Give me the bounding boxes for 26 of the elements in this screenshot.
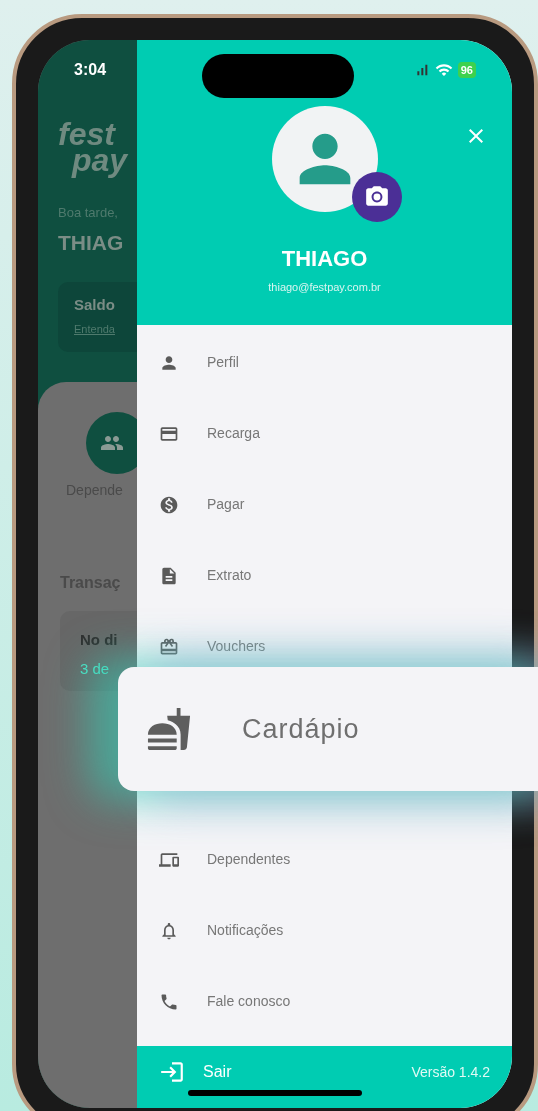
menu-item[interactable]: Fale conosco	[137, 981, 301, 1022]
bell-icon	[159, 920, 179, 941]
user-email: thiago@festpay.com.br	[268, 280, 381, 295]
status-time: 3:04	[74, 60, 107, 80]
highlighted-menu-item[interactable]: Cardápio	[118, 667, 538, 791]
user-name: THIAG	[57, 229, 125, 256]
drawer-user-name: THIAGO	[281, 245, 368, 273]
balance-title: Saldo	[74, 295, 116, 316]
menu-item[interactable]: Dependentes	[137, 839, 301, 880]
fast-food-icon	[146, 706, 192, 752]
camera-button[interactable]	[351, 172, 402, 222]
greeting-text: Boa tarde,	[57, 204, 119, 223]
logout-icon	[159, 1059, 185, 1085]
menu-item[interactable]: Notificações	[137, 910, 294, 951]
menu-item[interactable]: Recarga	[137, 413, 270, 454]
menu-item[interactable]: Extrato	[137, 555, 262, 596]
menu-item[interactable]: Perfil	[137, 342, 249, 383]
version-text: Versão 1.4.2	[411, 1062, 490, 1082]
transaction-subtitle: 3 de	[80, 658, 111, 679]
dollar-coin-icon	[159, 494, 179, 515]
logo-text: fest	[58, 122, 117, 148]
wifi-icon	[434, 61, 453, 79]
menu-item[interactable]: Pagar	[137, 484, 255, 525]
gift-card-icon	[159, 636, 179, 657]
document-icon	[159, 565, 179, 586]
menu-item[interactable]: Vouchers	[137, 626, 276, 667]
